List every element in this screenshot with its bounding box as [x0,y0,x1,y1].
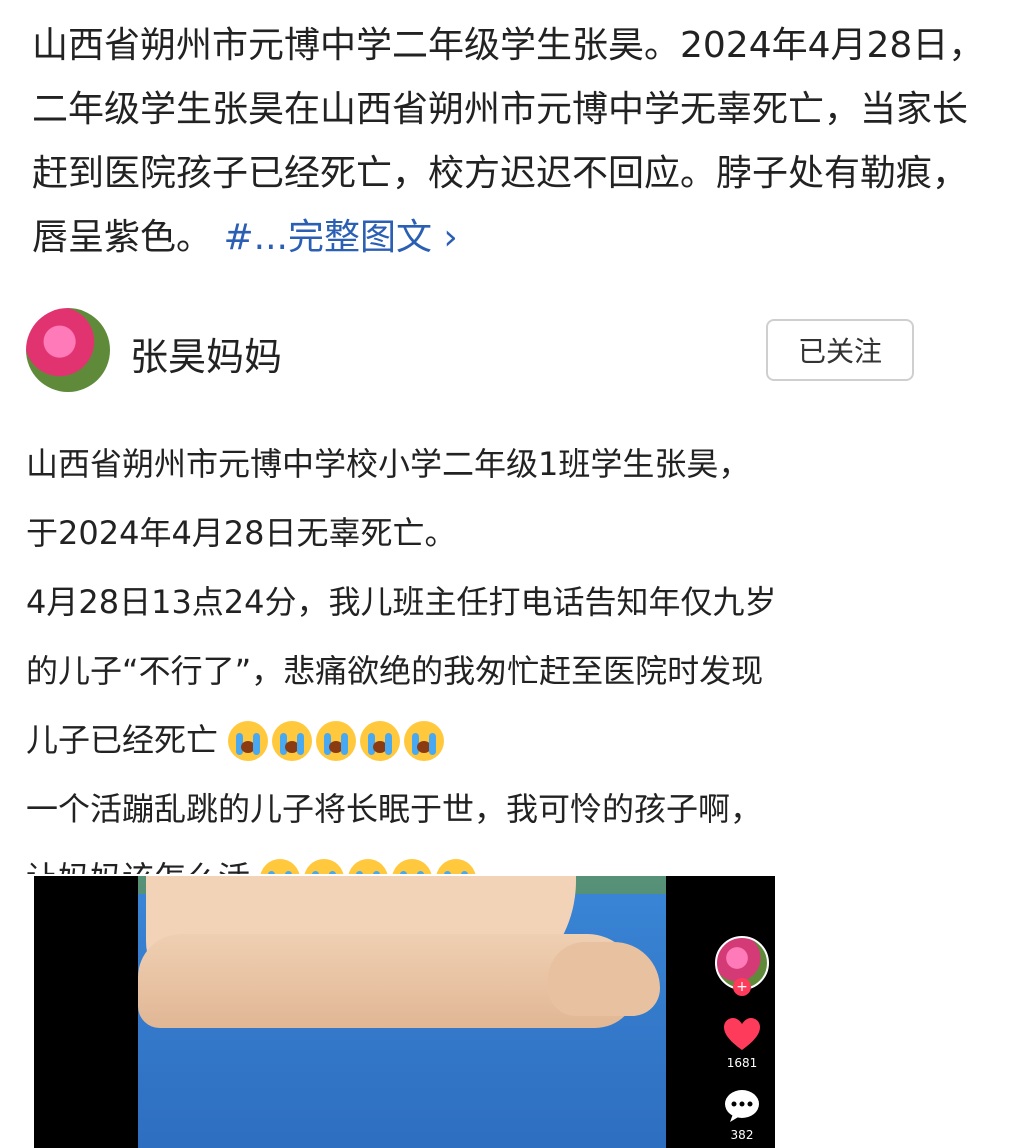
video-player[interactable]: + 1681 382 [34,876,775,1148]
full-text-link[interactable]: #...完整图文 [223,217,432,258]
crying-face-icon [260,858,301,874]
comment-count: 382 [730,1128,754,1142]
like-count: 1681 [726,1056,758,1070]
crying-face-icon [304,858,345,874]
crying-face-icon [316,720,357,761]
post-line: 一个活蹦乱跳的儿子将长眠于世，我可怜的孩子啊， [26,790,763,828]
creator-avatar[interactable]: + [715,936,769,996]
avatar[interactable] [26,308,110,392]
post-headline: 山西省朔州市元博中学二年级学生张昊。2024年4月28日，二年级学生张昊在山西省… [32,14,992,270]
crying-face-icon [436,858,477,874]
crying-face-icon [348,858,389,874]
heart-icon[interactable] [722,1016,762,1052]
crying-emoji-group [228,708,448,777]
post-line-with-emoji: 让妈妈该怎么活 [26,844,986,874]
crying-face-icon [392,858,433,874]
follow-button[interactable]: 已关注 [766,319,914,381]
crying-emoji-group [260,846,480,874]
post-line-with-emoji: 儿子已经死亡 [26,706,986,775]
post-body: 山西省朔州市元博中学校小学二年级1班学生张昊， 于2024年4月28日无辜死亡。… [26,430,986,874]
author-name[interactable]: 张昊妈妈 [130,326,282,381]
crying-face-icon [228,720,269,761]
post-line: 于2024年4月28日无辜死亡。 [26,514,457,552]
crying-face-icon [360,720,401,761]
post-line: 山西省朔州市元博中学校小学二年级1班学生张昊， [26,445,751,483]
post-line-text: 儿子已经死亡 [26,721,219,759]
chevron-right-icon[interactable]: › [443,217,457,258]
post-line: 的儿子“不行了”，悲痛欲绝的我匆忙赶至医院时发现 [26,652,764,690]
headline-text: 山西省朔州市元博中学二年级学生张昊。2024年4月28日，二年级学生张昊在山西省… [32,25,985,258]
follow-plus-icon[interactable]: + [733,978,751,996]
video-hand-shape [548,942,660,1016]
post-line-text: 让妈妈该怎么活 [26,859,250,874]
author-row: 张昊妈妈 已关注 [26,308,926,398]
video-action-panel: + 1681 382 [714,936,770,1142]
comment-icon[interactable] [723,1088,761,1124]
crying-face-icon [404,720,445,761]
post-line: 4月28日13点24分，我儿班主任打电话告知年仅九岁 [26,583,777,621]
crying-face-icon [272,720,313,761]
video-frame [138,876,666,1148]
